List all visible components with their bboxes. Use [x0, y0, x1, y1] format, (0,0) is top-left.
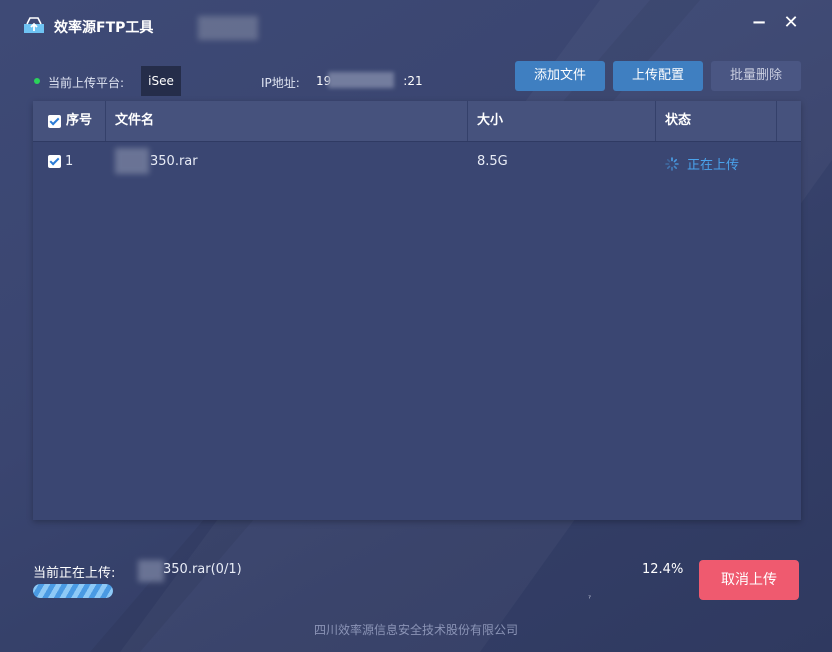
- redacted-ip: [328, 72, 394, 88]
- row-status: 正在上传: [665, 154, 739, 173]
- upload-progress-bar: [33, 584, 113, 598]
- row-status-label: 正在上传: [687, 158, 740, 173]
- upload-percent: 12.4%: [642, 562, 684, 577]
- redacted-current-file: [138, 560, 164, 582]
- add-files-button[interactable]: 添加文件: [515, 61, 605, 91]
- title-bar: 效率源FTP工具 − ✕: [0, 0, 832, 52]
- ip-label: IP地址:: [261, 76, 300, 90]
- row-seq: 1: [65, 154, 74, 169]
- minimize-button[interactable]: −: [746, 10, 772, 36]
- redacted-title-area: [198, 16, 258, 40]
- row-filename: 350.rar: [150, 154, 198, 169]
- upload-config-button[interactable]: 上传配置: [613, 61, 703, 91]
- platform-label: 当前上传平台:: [48, 76, 125, 90]
- company-footer: 四川效率源信息安全技术股份有限公司: [313, 623, 518, 637]
- header-filename[interactable]: 文件名: [106, 101, 468, 141]
- header-status[interactable]: 状态: [656, 101, 777, 141]
- current-upload-label: 当前正在上传:: [33, 566, 116, 581]
- header-seq: 序号: [33, 101, 106, 141]
- platform-row: 当前上传平台: iSee IP地址: 19:21: [0, 64, 832, 100]
- header-seq-label: 序号: [66, 113, 93, 128]
- ip-suffix: :21: [403, 74, 423, 88]
- row-checkbox[interactable]: [48, 155, 61, 168]
- upload-progress-fill: [33, 584, 113, 598]
- small-mark: ˀ: [588, 594, 591, 603]
- current-upload-file: 350.rar(0/1): [163, 562, 242, 577]
- loading-spinner-icon: [665, 157, 679, 171]
- file-table: 序号 文件名 大小 状态 1 350.rar 8.5G 正在上传: [33, 101, 801, 520]
- select-all-checkbox[interactable]: [48, 115, 61, 128]
- table-header: 序号 文件名 大小 状态: [33, 101, 801, 142]
- table-row[interactable]: 1 350.rar 8.5G 正在上传: [33, 142, 801, 182]
- redacted-filename: [115, 148, 149, 174]
- header-spacer: [777, 101, 801, 141]
- cancel-upload-button[interactable]: 取消上传: [699, 560, 799, 600]
- cloud-upload-icon: [24, 17, 44, 33]
- header-size[interactable]: 大小: [468, 101, 656, 141]
- row-size: 8.5G: [477, 154, 508, 169]
- app-title: 效率源FTP工具: [54, 20, 154, 36]
- platform-value: iSee: [141, 66, 181, 96]
- online-status-dot: [34, 78, 40, 84]
- batch-delete-button[interactable]: 批量删除: [711, 61, 801, 91]
- close-button[interactable]: ✕: [778, 10, 804, 36]
